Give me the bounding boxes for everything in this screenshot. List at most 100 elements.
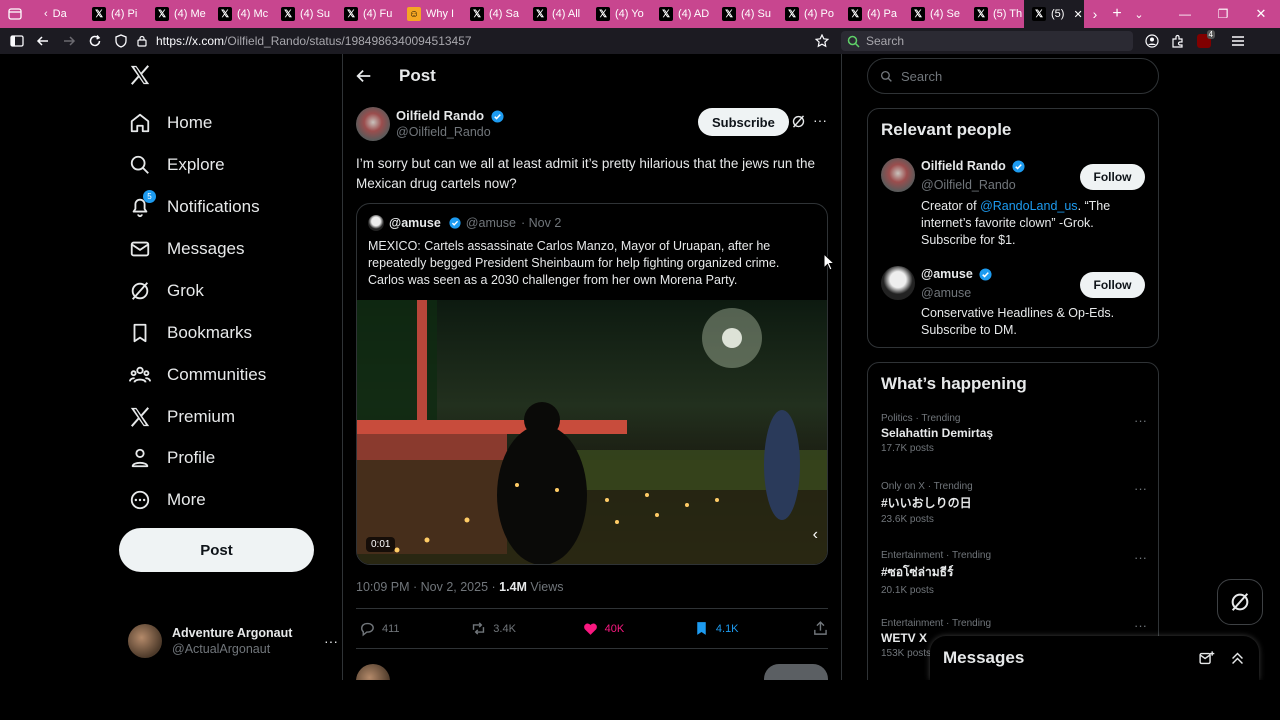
browser-tab[interactable]: 𝕏 (4) Mc xyxy=(210,0,273,28)
browser-search-field[interactable]: Search xyxy=(841,31,1133,51)
tab-overflow-button[interactable]: › xyxy=(1084,6,1106,22)
sidebar-toggle-icon[interactable] xyxy=(4,35,30,47)
nav-bookmarks[interactable]: Bookmarks xyxy=(119,313,262,353)
author-name[interactable]: Oilfield Rando xyxy=(396,108,484,123)
bookmark-button[interactable]: 4.1K xyxy=(693,620,812,637)
nav-more[interactable]: More xyxy=(119,480,216,520)
messages-drawer[interactable]: Messages xyxy=(930,636,1259,680)
more-dots-icon[interactable]: ··· xyxy=(1134,481,1147,496)
browser-tab[interactable]: 𝕏 (5) Th xyxy=(966,0,1024,28)
menu-icon[interactable] xyxy=(1225,35,1251,47)
mail-icon xyxy=(130,241,150,257)
share-icon[interactable] xyxy=(812,620,829,637)
reply-button[interactable] xyxy=(764,664,828,680)
browser-tab[interactable]: 𝕏 (4) AD xyxy=(651,0,714,28)
post-button[interactable]: Post xyxy=(119,528,314,572)
browser-tab[interactable]: 𝕏 (4) Sa xyxy=(462,0,525,28)
browser-tab[interactable]: ‹ Da xyxy=(36,0,84,28)
post-timestamp[interactable]: 10:09 PM · Nov 2, 2025 · xyxy=(356,580,499,594)
close-window-button[interactable]: ✕ xyxy=(1242,6,1280,22)
account-handle: @ActualArgonaut xyxy=(172,642,271,656)
person-handle[interactable]: @amuse xyxy=(921,286,971,300)
verified-badge-icon xyxy=(979,268,992,281)
browser-tab[interactable]: 𝕏 (4) Pi xyxy=(84,0,147,28)
close-tab-icon[interactable]: ✕ xyxy=(1073,8,1082,21)
more-dots-icon[interactable]: ··· xyxy=(1134,413,1147,428)
avatar[interactable] xyxy=(881,158,915,192)
more-dots-icon[interactable]: ··· xyxy=(813,112,827,128)
browser-tab[interactable]: 𝕏 (4) All xyxy=(525,0,588,28)
reply-button[interactable]: 411 xyxy=(359,620,470,637)
chevron-down-icon[interactable]: ⌄ xyxy=(1128,8,1150,21)
search-input[interactable]: Search xyxy=(867,58,1159,94)
nav-communities[interactable]: Communities xyxy=(119,355,276,395)
more-dots-icon[interactable]: ··· xyxy=(324,633,338,649)
author-avatar[interactable] xyxy=(356,107,390,141)
trend-item[interactable]: Only on X · Trending #いいおしりの日 23.6K post… xyxy=(881,481,1147,525)
restore-window-button[interactable]: ❐ xyxy=(1204,7,1242,21)
like-button[interactable]: 40K xyxy=(582,620,693,637)
nav-home[interactable]: Home xyxy=(119,103,222,143)
nav-premium[interactable]: Premium xyxy=(119,397,245,437)
person-name[interactable]: @amuse xyxy=(921,267,973,281)
star-bookmark-icon[interactable] xyxy=(809,34,835,48)
account-icon[interactable] xyxy=(1139,34,1165,48)
more-circle-icon xyxy=(130,490,150,510)
browser-tab[interactable]: 𝕏 (4) Su xyxy=(714,0,777,28)
video-player[interactable]: 0:01 ‹ xyxy=(357,300,827,564)
person-name[interactable]: Oilfield Rando xyxy=(921,159,1006,173)
more-dots-icon[interactable]: ··· xyxy=(1134,550,1147,565)
lock-icon[interactable] xyxy=(134,35,150,47)
account-switcher[interactable]: Adventure Argonaut @ActualArgonaut ··· xyxy=(128,624,338,658)
x-logo-icon[interactable] xyxy=(129,64,151,86)
trend-item[interactable]: Entertainment · Trending #ซอโซ่ล่ามธีร์ … xyxy=(881,550,1147,596)
x-logo-icon: 𝕏 xyxy=(722,7,736,21)
more-dots-icon[interactable]: ··· xyxy=(1134,618,1147,633)
address-bar[interactable]: https://x.com/Oilfield_Rando/status/1984… xyxy=(150,34,800,48)
bio-link[interactable]: @RandoLand_us xyxy=(980,199,1078,213)
new-message-icon[interactable] xyxy=(1198,650,1215,667)
page-header: Post xyxy=(355,66,436,86)
browser-tab[interactable]: 𝕏 (4) Pa xyxy=(840,0,903,28)
grok-icon[interactable] xyxy=(791,114,806,129)
ublock-icon[interactable]: 4 xyxy=(1191,30,1217,48)
tab-list-button[interactable] xyxy=(0,0,36,28)
x-logo-icon: 𝕏 xyxy=(218,7,232,21)
x-logo-icon: 𝕏 xyxy=(659,7,673,21)
reload-icon[interactable] xyxy=(82,34,108,48)
nav-notifications[interactable]: 5 Notifications xyxy=(119,187,270,227)
new-tab-button[interactable]: + xyxy=(1106,5,1128,23)
browser-tab[interactable]: 𝕏 (4) Su xyxy=(273,0,336,28)
quoted-post[interactable]: @amuse @amuse · Nov 2 MEXICO: Cartels as… xyxy=(356,203,828,565)
trend-item[interactable]: Politics · Trending Selahattin Demirtaş … xyxy=(881,413,1147,454)
shield-icon[interactable] xyxy=(108,34,134,48)
browser-tab[interactable]: 𝕏 (4) Po xyxy=(777,0,840,28)
browser-tab[interactable]: ☺ Why I xyxy=(399,0,462,28)
follow-button[interactable]: Follow xyxy=(1080,272,1145,298)
subscribe-button[interactable]: Subscribe xyxy=(698,108,789,136)
forward-arrow-icon[interactable] xyxy=(56,34,82,48)
chevron-left-icon[interactable]: ‹ xyxy=(813,526,818,544)
chevron-up-icon[interactable] xyxy=(1229,650,1246,667)
author-handle[interactable]: @Oilfield_Rando xyxy=(396,125,504,139)
browser-tab[interactable]: 𝕏 (4) Yo xyxy=(588,0,651,28)
nav-messages[interactable]: Messages xyxy=(119,229,254,269)
minimize-window-button[interactable]: — xyxy=(1166,7,1204,21)
repost-button[interactable]: 3.4K xyxy=(470,620,581,637)
nav-explore[interactable]: Explore xyxy=(119,145,235,185)
follow-button[interactable]: Follow xyxy=(1080,164,1145,190)
nav-grok[interactable]: Grok xyxy=(119,271,214,311)
nav-profile[interactable]: Profile xyxy=(119,438,225,478)
extensions-icon[interactable] xyxy=(1165,34,1191,48)
browser-tab[interactable]: 𝕏 (4) Se xyxy=(903,0,966,28)
quoted-author-name: @amuse xyxy=(389,216,441,230)
back-arrow-icon[interactable] xyxy=(355,67,373,85)
grok-floating-button[interactable] xyxy=(1217,579,1263,625)
avatar[interactable] xyxy=(881,266,915,300)
browser-tab-active[interactable]: 𝕏 (5) ✕ xyxy=(1024,0,1084,28)
browser-tab[interactable]: 𝕏 (4) Me xyxy=(147,0,210,28)
divider xyxy=(356,648,828,649)
person-handle[interactable]: @Oilfield_Rando xyxy=(921,178,1016,192)
browser-tab[interactable]: 𝕏 (4) Fu xyxy=(336,0,399,28)
back-arrow-icon[interactable] xyxy=(30,34,56,48)
